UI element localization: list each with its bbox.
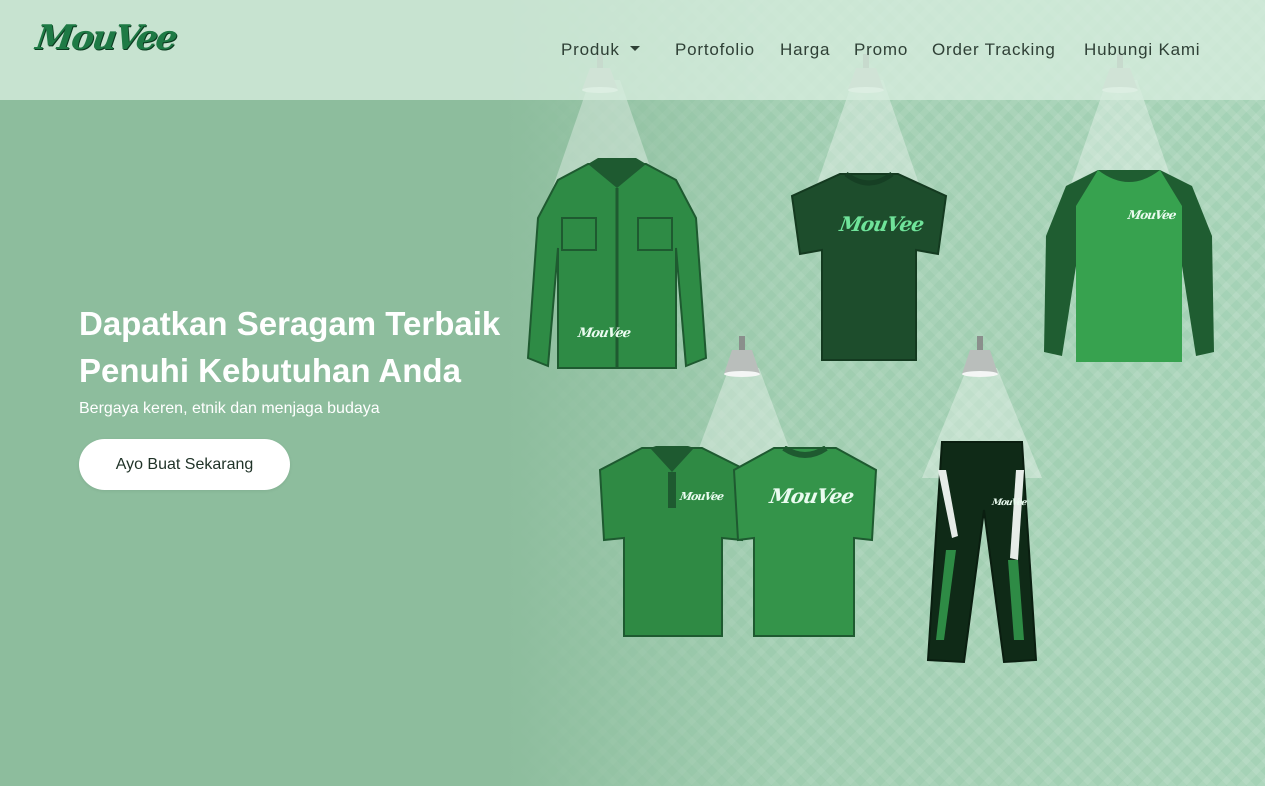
garment-logo: MouVee bbox=[678, 490, 725, 503]
ceiling-lamp-icon bbox=[724, 336, 760, 377]
long-sleeve-shirt-image: MouVee bbox=[526, 158, 708, 372]
cta-button[interactable]: Ayo Buat Sekarang bbox=[79, 439, 290, 490]
garment-logo: MouVee bbox=[767, 484, 856, 508]
hero-subheadline: Bergaya keren, etnik dan menjaga budaya bbox=[79, 400, 380, 417]
hero-headline: Dapatkan Seragam Terbaik Penuhi Kebutuha… bbox=[79, 300, 559, 394]
garment-logo: MouVee bbox=[837, 212, 926, 236]
brand-logo[interactable]: MouVee bbox=[33, 12, 178, 68]
raglan-long-sleeve-image: MouVee bbox=[1042, 166, 1216, 366]
track-pants-image: MouVee bbox=[924, 440, 1040, 664]
navbar: MouVee Produk Portofolio Harga Promo Ord… bbox=[0, 0, 1265, 100]
hero-headline-line1: Dapatkan Seragam Terbaik bbox=[79, 305, 501, 342]
nav-item-hubungi-kami[interactable]: Hubungi Kami bbox=[1084, 40, 1200, 60]
polo-shirt-image: MouVee MouVee bbox=[598, 445, 878, 640]
garment-logo: MouVee bbox=[991, 498, 1028, 508]
nav-item-portofolio[interactable]: Portofolio bbox=[675, 40, 755, 60]
nav-item-produk[interactable]: Produk bbox=[561, 40, 640, 60]
t-shirt-image: MouVee bbox=[788, 170, 950, 364]
nav-item-order-tracking[interactable]: Order Tracking bbox=[932, 40, 1056, 60]
hero-headline-line2: Penuhi Kebutuhan Anda bbox=[79, 352, 461, 389]
ceiling-lamp-icon bbox=[962, 336, 998, 377]
garment-logo: MouVee bbox=[576, 326, 632, 341]
caret-down-icon bbox=[629, 46, 640, 52]
hero-section: MouVee MouVee MouVee MouVee MouVee MouVe… bbox=[0, 0, 1265, 786]
garment-logo: MouVee bbox=[1126, 208, 1177, 222]
nav-item-harga[interactable]: Harga bbox=[780, 40, 830, 60]
nav-item-promo[interactable]: Promo bbox=[854, 40, 908, 60]
nav-item-label: Produk bbox=[561, 40, 620, 59]
brand-logo-text: MouVee bbox=[33, 18, 179, 58]
